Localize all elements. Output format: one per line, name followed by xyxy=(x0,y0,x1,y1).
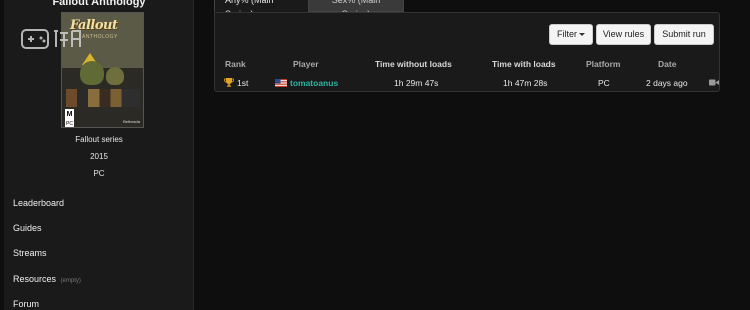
tab-sex-main-series[interactable]: Sex% (Main Series) xyxy=(308,0,404,19)
empty-note: (empty) xyxy=(60,278,81,284)
sidebar-item-label: Guides xyxy=(13,223,42,233)
sidebar-item-forum[interactable]: Forum xyxy=(13,299,39,309)
cover-characters xyxy=(66,89,140,107)
game-series[interactable]: Fallout series xyxy=(4,135,194,144)
chevron-down-icon xyxy=(579,33,585,37)
time-without-loads-cell: 1h 29m 47s xyxy=(394,78,439,88)
cover-publisher-logo: Bethesda xyxy=(123,119,140,124)
filter-button-label: Filter xyxy=(557,29,577,39)
sidebar-item-label: Leaderboard xyxy=(13,198,65,208)
sidebar-item-resources[interactable]: Resources (empty) xyxy=(13,274,81,284)
cover-platform-badge: PC xyxy=(65,121,74,127)
sidebar-item-label: Forum xyxy=(13,299,40,309)
time-with-loads-cell: 1h 47m 28s xyxy=(503,78,548,88)
gamepad-watermark-icon xyxy=(21,29,81,49)
us-flag-icon xyxy=(275,79,287,87)
leaderboard-panel: Filter View rules Submit run Rank Player… xyxy=(214,12,720,92)
cover-bomb-icon xyxy=(80,61,104,85)
column-header-platform[interactable]: Platform xyxy=(586,59,620,69)
player-link[interactable]: tomatoanus xyxy=(290,78,338,88)
video-camera-icon[interactable] xyxy=(709,79,719,86)
sidebar-item-label: Streams xyxy=(13,248,47,258)
date-cell: 2 days ago xyxy=(646,78,688,88)
trophy-icon xyxy=(224,78,234,87)
column-header-date[interactable]: Date xyxy=(658,59,676,69)
platform-cell: PC xyxy=(598,78,610,88)
category-tabs: Any% (Main Series) Sex% (Main Series) xyxy=(214,0,404,19)
column-header-player[interactable]: Player xyxy=(293,59,319,69)
view-rules-button[interactable]: View rules xyxy=(596,24,651,45)
tab-any-main-series[interactable]: Any% (Main Series) xyxy=(214,0,309,19)
table-row[interactable]: 1st tomatoanus 1h 29m 47s 1h 47m 28s PC … xyxy=(219,76,719,91)
cover-mine-icon xyxy=(106,67,124,85)
sidebar-item-leaderboard[interactable]: Leaderboard xyxy=(13,198,64,208)
game-year: 2015 xyxy=(90,152,108,161)
sidebar-item-streams[interactable]: Streams xyxy=(13,248,47,258)
sidebar-item-guides[interactable]: Guides xyxy=(13,223,42,233)
game-platform: PC xyxy=(93,169,105,178)
filter-button[interactable]: Filter xyxy=(549,24,593,45)
column-header-time-with-loads[interactable]: Time with loads xyxy=(492,59,556,69)
submit-run-button[interactable]: Submit run xyxy=(654,24,714,45)
rank-cell: 1st xyxy=(237,78,249,88)
esrb-rating-badge: M xyxy=(65,109,74,121)
game-title: Fallout Anthology xyxy=(52,0,146,8)
column-header-time-without-loads[interactable]: Time without loads xyxy=(375,59,452,69)
column-header-rank[interactable]: Rank xyxy=(225,59,246,69)
sidebar-item-label: Resources xyxy=(13,274,57,284)
